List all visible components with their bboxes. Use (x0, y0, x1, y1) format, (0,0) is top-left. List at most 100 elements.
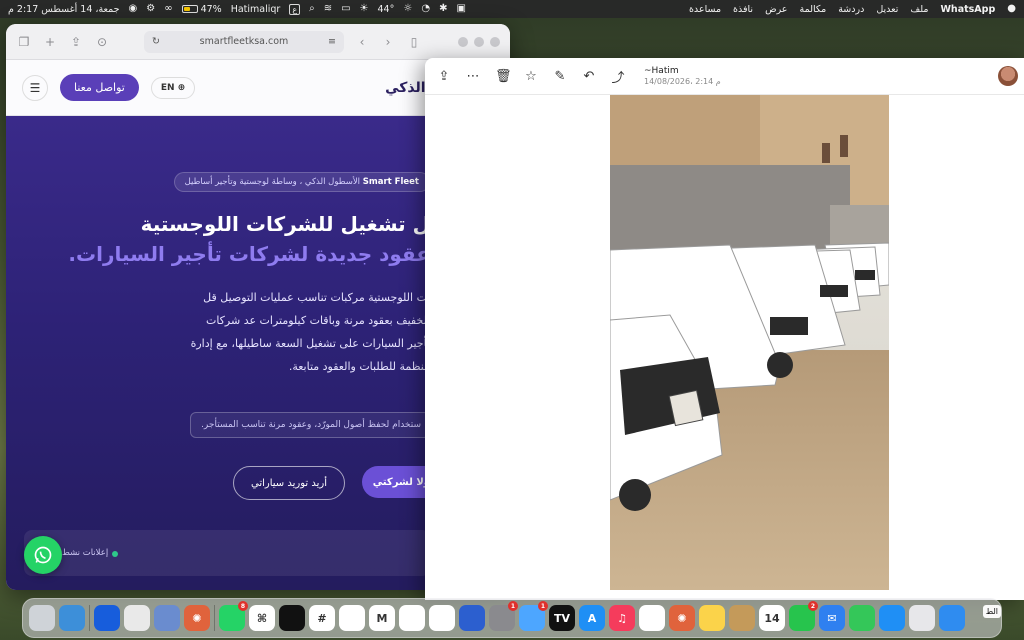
dock-notes-dark-icon[interactable] (459, 605, 485, 631)
search-icon[interactable]: ⌕ (309, 4, 315, 14)
more-icon[interactable]: ⋯ (466, 69, 480, 84)
menu-icon[interactable]: ☰ (22, 74, 48, 101)
reply-icon[interactable]: ↶ (582, 69, 596, 84)
dock-github-icon[interactable] (339, 605, 365, 631)
share-icon[interactable]: ⇪ (68, 35, 84, 49)
dock-textedit-icon[interactable] (124, 605, 150, 631)
dock-notes-icon[interactable] (699, 605, 725, 631)
sender-name: ~Hatim (644, 66, 679, 76)
close-button[interactable] (490, 36, 500, 47)
primary-cta-button[interactable]: ولا لشركتي (362, 466, 430, 498)
battery-indicator[interactable]: 47% (181, 4, 222, 15)
sidebar-icon[interactable]: ▯ (406, 35, 422, 49)
menu-bar: جمعة، 14 أغسطس 2:17 م ◉ ⚙ ∞ 47% Hatimali… (0, 0, 1024, 18)
dock-music-icon[interactable]: ♫ (609, 605, 635, 631)
cars-photo-icon (610, 95, 889, 590)
siri-icon[interactable]: ◉ (129, 4, 138, 14)
dock-facetime-icon[interactable]: 2 (789, 601, 818, 631)
dock-gmail-icon[interactable]: M (369, 605, 395, 631)
reload-icon[interactable]: ↻ (152, 36, 160, 47)
menu-window[interactable]: نافذة (733, 4, 753, 15)
minimize-button[interactable] (458, 36, 468, 47)
tab-overview-icon[interactable]: ❐ (16, 35, 32, 49)
menu-chat[interactable]: دردشة (838, 4, 864, 15)
dock-whatsapp-icon[interactable]: 8 (219, 601, 248, 631)
dock-bitwarden-icon[interactable] (94, 605, 120, 631)
hero-description: ات اللوجستية مركبات تناسب عمليات التوصيل… (190, 291, 430, 373)
address-bar[interactable]: ↻ smartfleetksa.com ≡ (144, 30, 344, 53)
datetime[interactable]: جمعة، 14 أغسطس 2:17 م (8, 4, 120, 15)
dock-claude2-icon[interactable]: ✺ (669, 605, 695, 631)
weather-icon[interactable]: ☀ (360, 4, 369, 14)
app-name[interactable]: WhatsApp (940, 4, 995, 15)
menu-file[interactable]: ملف (910, 4, 928, 15)
status-dot (112, 551, 118, 557)
new-tab-icon[interactable]: + (42, 35, 58, 49)
control-center-icon[interactable]: ⚙ (146, 4, 155, 14)
dock-chrome-icon[interactable] (399, 605, 425, 631)
breadcrumb-brand[interactable]: Smart Fleet (363, 177, 419, 187)
contact-button[interactable]: تواصل معنا (60, 74, 139, 101)
back-icon[interactable]: ‹ (354, 35, 370, 49)
dock-messages-icon[interactable] (849, 605, 875, 631)
zoom-button[interactable] (474, 36, 484, 47)
dock-preview-icon[interactable] (154, 605, 180, 631)
dock-finder-icon[interactable] (939, 605, 965, 631)
focus-icon[interactable]: ✱ (439, 4, 447, 14)
dock-safari-icon[interactable] (879, 605, 905, 631)
notification-badge: 8 (238, 601, 248, 611)
sun-icon[interactable]: ☼ (403, 4, 412, 14)
menu-view[interactable]: عرض (765, 4, 787, 15)
keyboard-input-badge[interactable]: ع (289, 3, 301, 15)
language-label: EN (160, 82, 175, 93)
dock-folder-icon[interactable] (59, 605, 85, 631)
forward-icon[interactable]: › (380, 35, 396, 49)
dock-perplexity-icon[interactable] (279, 605, 305, 631)
notice-text: إعلانات نشط (62, 548, 109, 558)
dock-openai-icon[interactable] (429, 605, 455, 631)
photo-cars-in-lot (610, 95, 889, 590)
dock-calendar-icon[interactable]: 14 (759, 605, 785, 631)
menu-help[interactable]: مساعدة (689, 4, 721, 15)
globe-icon: ⊕ (177, 82, 186, 93)
dock-settings-icon[interactable]: 1 (489, 601, 518, 631)
dock-mail-icon[interactable]: ✉ (819, 605, 845, 631)
supply-cars-button[interactable]: أريد توريد سياراتي (233, 466, 345, 500)
menu-edit[interactable]: تعديل (876, 4, 898, 15)
breadcrumb-text: الأسطول الذكي ، وساطة لوجستية وتأجير أسا… (184, 177, 361, 187)
dock-tradingview-icon[interactable]: TV (549, 605, 575, 631)
avatar[interactable] (998, 66, 1018, 86)
hero-subtitle: عقود جديدة لشركات تأجير السيارات. (68, 242, 430, 266)
forward-icon[interactable]: ⤴ (611, 67, 625, 86)
link-icon[interactable]: ∞ (164, 4, 172, 14)
star-icon[interactable]: ☆ (524, 69, 538, 84)
dock-appstore-icon[interactable]: A (579, 605, 605, 631)
cast-icon[interactable]: ▭ (341, 4, 350, 14)
window-controls (458, 36, 500, 47)
dock-chatgpt-icon[interactable]: ⌘ (249, 605, 275, 631)
language-button[interactable]: EN ⊕ (150, 76, 196, 99)
dock-archive-icon[interactable] (729, 605, 755, 631)
dock-cleaner-icon[interactable]: 1 (519, 601, 548, 631)
whatsapp-float-button[interactable] (24, 536, 62, 574)
download-icon[interactable]: ⊙ (94, 35, 110, 49)
temperature[interactable]: 44° (378, 4, 395, 15)
reader-icon[interactable]: ≡ (328, 36, 336, 47)
dock-freeform-icon[interactable] (639, 605, 665, 631)
dock-separator (214, 605, 215, 631)
dock-slack-icon[interactable]: # (309, 605, 335, 631)
dock-launchpad-icon[interactable] (909, 605, 935, 631)
message-date: 14/08/2026، 2:14 م (644, 77, 721, 86)
markup-icon[interactable]: ✎ (553, 69, 567, 84)
user-name[interactable]: Hatimaliqr (231, 4, 281, 15)
menu-call[interactable]: مكالمة (799, 4, 826, 15)
apple-icon[interactable]: ● (1007, 4, 1016, 14)
dock-trash-icon[interactable] (29, 605, 55, 631)
dock-claude-icon[interactable]: ✺ (184, 605, 210, 631)
dock: ✺ 8 ⌘ # M 1 1 TV A ♫ ✺ 14 2 ✉ الط (22, 598, 1002, 638)
screen-record-icon[interactable]: ▣ (456, 4, 465, 14)
share-icon[interactable]: ⇪ (437, 69, 451, 84)
trash-icon[interactable]: 🗑 (495, 69, 512, 84)
wifi-icon[interactable]: ≋ (324, 4, 332, 14)
headphones-icon[interactable]: ◔ (421, 4, 430, 14)
